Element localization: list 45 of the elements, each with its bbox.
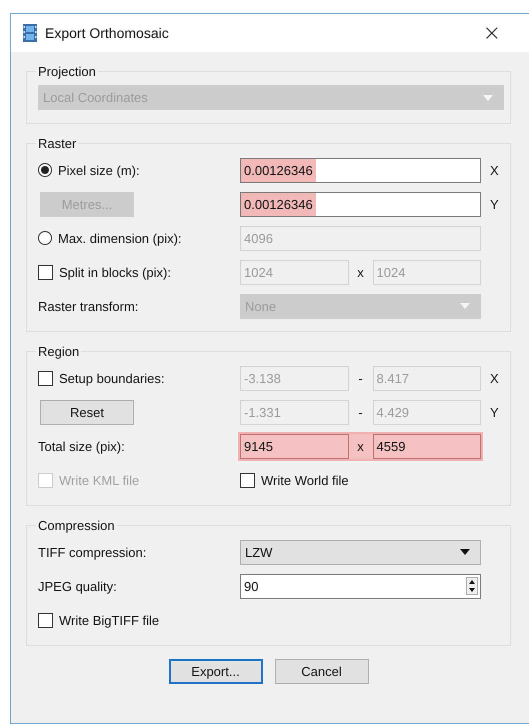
input-field[interactable]: 4559 (372, 434, 481, 458)
input-field[interactable]: 0.00126346 (240, 158, 481, 182)
group-title: Region (37, 344, 80, 359)
field-label: JPEG quality: (38, 578, 117, 594)
checkbox-label: Write World file (261, 472, 349, 488)
axis-label: Y (489, 404, 500, 420)
checkbox[interactable] (38, 370, 53, 386)
field-label: Total size (pix): (38, 438, 125, 454)
checkbox-label: Split in blocks (pix): (59, 264, 171, 280)
caret-icon (460, 303, 470, 309)
axis-label: X (489, 162, 500, 178)
spin-box[interactable]: 90 (240, 574, 481, 598)
field-label: TIFF compression: (38, 544, 146, 560)
separator-label: x (356, 438, 365, 454)
checkbox[interactable] (38, 612, 53, 628)
checkbox-label: Setup boundaries: (59, 370, 165, 386)
radio-button[interactable] (38, 231, 52, 245)
push-button[interactable]: Reset (40, 400, 134, 424)
field-label: Raster transform: (38, 298, 138, 314)
axis-label: Y (489, 196, 500, 212)
caret-icon (483, 94, 493, 100)
dialog-button[interactable]: Export... (168, 659, 262, 684)
separator-label: - (357, 370, 364, 386)
checkbox-label: Write BigTIFF file (59, 612, 160, 628)
dropdown[interactable]: LZW (240, 540, 481, 564)
checkbox[interactable] (38, 264, 53, 280)
input-field[interactable]: 0.00126346 (240, 192, 481, 216)
film-icon (23, 24, 37, 42)
checkbox-label: Write KML file (59, 472, 140, 488)
group-title: Compression (37, 518, 116, 533)
radio-label: Max. dimension (pix): (58, 230, 182, 246)
checkbox[interactable] (240, 472, 255, 488)
separator-label: x (356, 264, 365, 280)
input-field[interactable]: 9145 (240, 434, 348, 458)
group-title: Projection (37, 64, 97, 79)
group-title: Raster (37, 136, 78, 151)
window-title: Export Orthomosaic (45, 25, 169, 41)
radio-label: Pixel size (m): (58, 162, 140, 178)
close-button[interactable]: × (482, 20, 501, 46)
dialog-button[interactable]: Cancel (274, 659, 368, 684)
spin-arrows-icon (466, 577, 478, 595)
radio-button[interactable] (38, 163, 52, 177)
axis-label: X (489, 370, 500, 386)
separator-label: - (357, 404, 364, 420)
caret-icon (460, 549, 470, 555)
